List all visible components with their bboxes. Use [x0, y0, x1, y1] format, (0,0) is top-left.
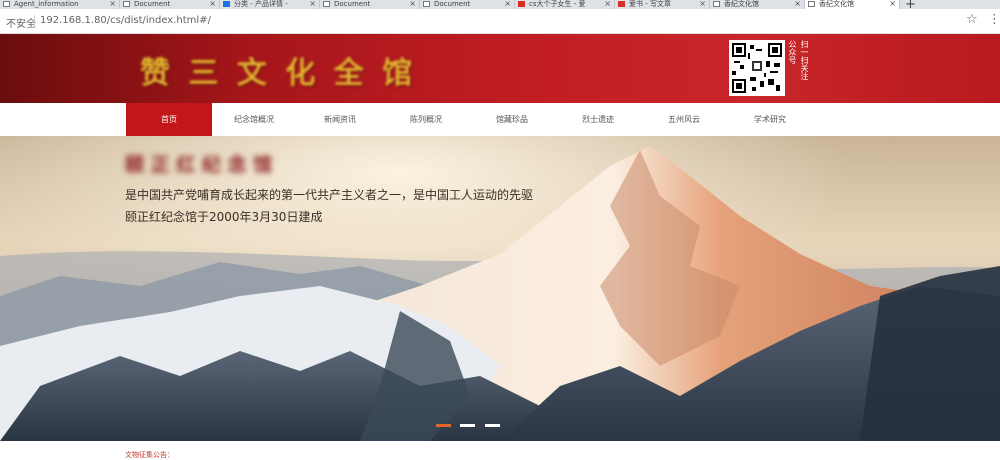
close-tab-icon[interactable]: × [409, 0, 416, 8]
carousel-dot-2[interactable] [460, 424, 475, 427]
main-nav: 首页 纪念馆概况 新闻资讯 陈列概况 馆藏珍品 烈士遗迹 五州风云 学术研究 [0, 103, 1000, 136]
browser-tab[interactable]: Document × [120, 0, 220, 9]
nav-item-history[interactable]: 五州风云 [641, 103, 727, 136]
site-logo[interactable]: 赞 三 文 化 全 馆 [140, 48, 416, 92]
security-indicator[interactable]: 不安全 [6, 15, 36, 30]
doc-icon [713, 1, 720, 7]
browser-tab-label: 香纪文化馆 [724, 0, 759, 8]
nav-item-relics[interactable]: 烈士遗迹 [555, 103, 641, 136]
qr-caption-line-2: 公众号 [788, 40, 797, 64]
nav-item-collection[interactable]: 馆藏珍品 [469, 103, 555, 136]
browser-tab-label: cs大个子女生 - 爱 [529, 0, 586, 8]
browser-tab-label: Document [134, 0, 171, 8]
nav-item-news[interactable]: 新闻资讯 [297, 103, 383, 136]
doc-icon [808, 1, 815, 7]
hero-carousel[interactable]: 颐 正 红 纪 念 馆 是中国共产党哺育成长起来的第一代共产主义者之一，是中国工… [0, 136, 1000, 441]
nav-item-overview[interactable]: 纪念馆概况 [211, 103, 297, 136]
doc-icon [423, 1, 430, 7]
doc-icon [123, 1, 130, 7]
red-icon [518, 1, 525, 7]
hero-title: 颐 正 红 纪 念 馆 [125, 154, 273, 176]
hero-description-line-1: 是中国共产党哺育成长起来的第一代共产主义者之一，是中国工人运动的先驱 [125, 188, 534, 202]
red-icon [618, 1, 625, 7]
doc-icon [323, 1, 330, 7]
carousel-dot-3[interactable] [485, 424, 500, 427]
nav-item-exhibition[interactable]: 陈列概况 [383, 103, 469, 136]
nav-item-home[interactable]: 首页 [126, 103, 212, 136]
site-banner: 赞 三 文 化 全 馆 扫一扫关注 公众号 [0, 34, 1000, 103]
address-bar: 不安全 192.168.1.80/cs/dist/index.html#/ ☆ … [0, 9, 1000, 34]
browser-tab-label: 爱书 - 写文章 [629, 0, 671, 8]
address-separator [34, 15, 35, 27]
browser-menu-icon[interactable]: ⋮ [988, 12, 1000, 27]
close-tab-icon[interactable]: × [209, 0, 216, 8]
browser-tab-label: 分类 - 产品详情 - [234, 0, 288, 8]
bookmark-star-icon[interactable]: ☆ [966, 12, 978, 27]
browser-tab-label: Agent_information [14, 0, 79, 8]
browser-tab-label: 香纪文化馆 [819, 0, 854, 8]
hero-description-line-2: 颐正红纪念馆于2000年3月30日建成 [125, 210, 323, 224]
browser-tab[interactable]: 香纪文化馆 × [805, 0, 900, 9]
close-tab-icon[interactable]: × [794, 0, 801, 8]
close-tab-icon[interactable]: × [309, 0, 316, 8]
close-tab-icon[interactable]: × [504, 0, 511, 8]
browser-tab-strip: Agent_information × Document × 分类 - 产品详情 - ×… [0, 0, 1000, 9]
nav-item-research[interactable]: 学术研究 [727, 103, 813, 136]
blue-icon [223, 1, 230, 7]
browser-tab[interactable]: 香纪文化馆 × [710, 0, 805, 9]
qr-caption: 扫一扫关注 公众号 [786, 40, 810, 96]
url-field[interactable]: 192.168.1.80/cs/dist/index.html#/ [40, 15, 211, 26]
close-tab-icon[interactable]: × [699, 0, 706, 8]
browser-tab[interactable]: Document × [420, 0, 515, 9]
close-tab-icon[interactable]: × [109, 0, 116, 8]
close-tab-icon[interactable]: × [604, 0, 611, 8]
qr-caption-line-1: 扫一扫关注 [800, 40, 809, 80]
browser-tab[interactable]: cs大个子女生 - 爱 × [515, 0, 615, 9]
close-tab-icon[interactable]: × [889, 0, 896, 8]
browser-tab[interactable]: Document × [320, 0, 420, 9]
notice-heading[interactable]: 文物征集公告： [125, 450, 174, 460]
mountain-image [0, 136, 1000, 441]
qr-code-icon [729, 40, 785, 96]
browser-tab[interactable]: 爱书 - 写文章 × [615, 0, 710, 9]
browser-tab[interactable]: 分类 - 产品详情 - × [220, 0, 320, 9]
browser-tab-label: Document [434, 0, 471, 8]
browser-tab[interactable]: Agent_information × [0, 0, 120, 9]
carousel-dot-1[interactable] [436, 424, 451, 427]
browser-tab-label: Document [334, 0, 371, 8]
doc-icon [3, 1, 10, 7]
